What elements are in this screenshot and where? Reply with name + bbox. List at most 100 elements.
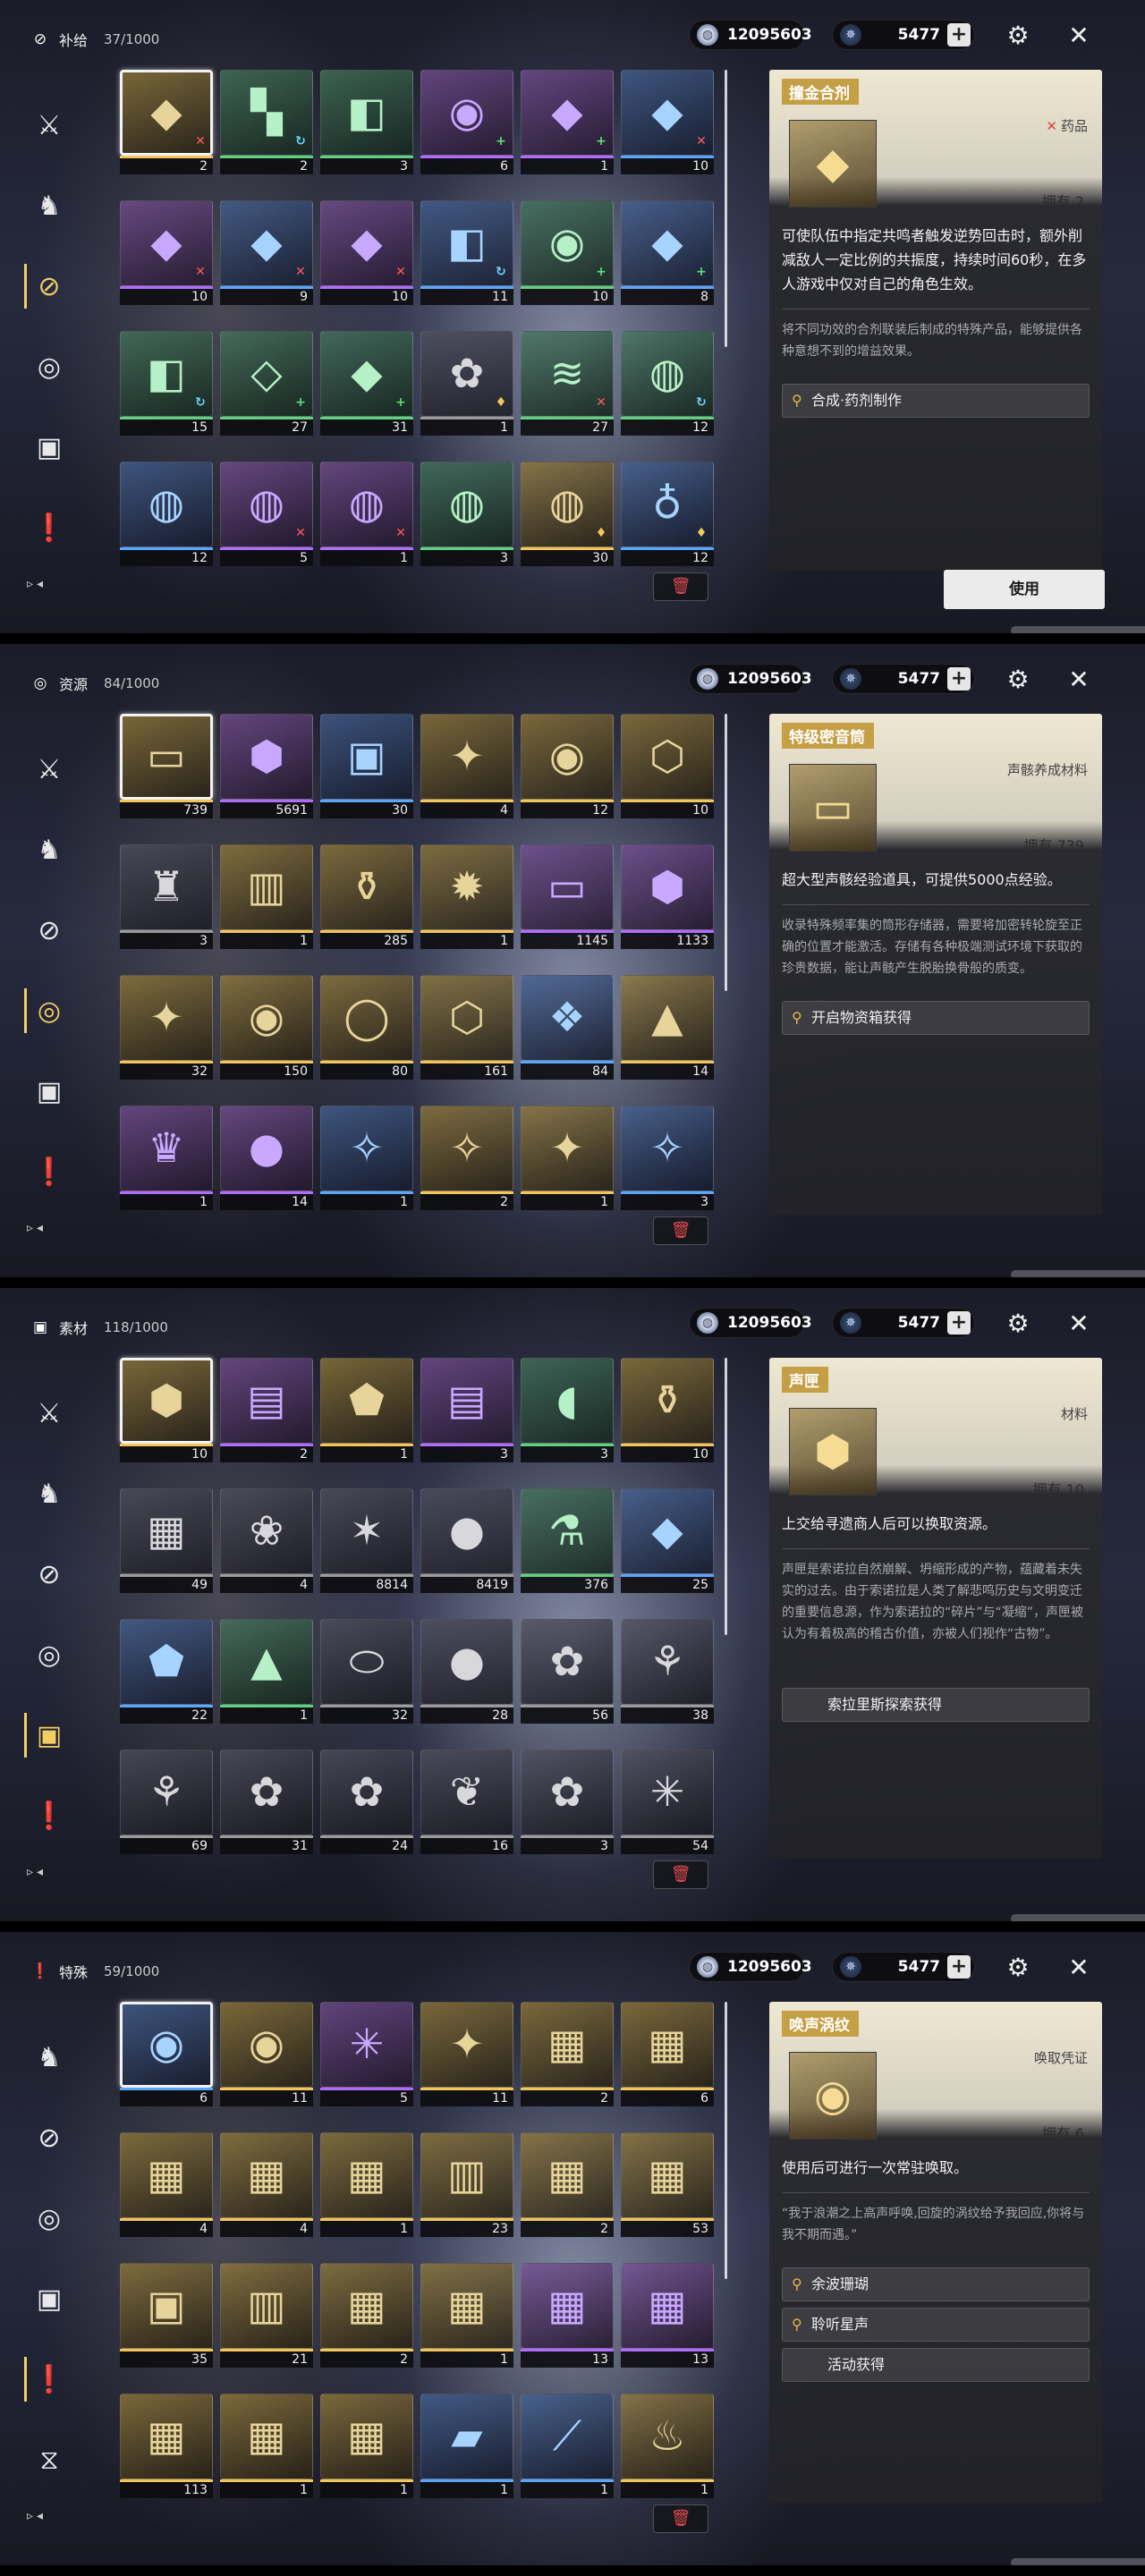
close-icon[interactable]: ✕ [1063, 1952, 1095, 1984]
item-slot[interactable]: ▭ 1145 [521, 844, 614, 949]
item-slot[interactable]: ✦ 1 [521, 1106, 614, 1210]
close-icon[interactable]: ✕ [1063, 20, 1095, 52]
item-slot[interactable]: ▦ 53 [621, 2132, 714, 2237]
item-slot[interactable]: ⬢ 10 [120, 1358, 213, 1462]
grid-scrollbar[interactable] [725, 714, 727, 991]
acquire-source-button[interactable]: ⚲ 余波珊瑚 [782, 2267, 1090, 2301]
item-slot[interactable]: ⚱ 285 [320, 844, 413, 949]
item-slot[interactable]: ▲ 1 [220, 1619, 313, 1724]
use-item-button[interactable]: 使用 [944, 570, 1105, 609]
item-slot[interactable]: ▥ 21 [220, 2263, 313, 2368]
item-slot[interactable]: ◇ 27 + [220, 331, 313, 436]
item-slot[interactable]: ◍ 3 [420, 462, 513, 566]
sidebar-tab-echo[interactable]: ♞ [27, 809, 72, 890]
item-slot[interactable]: ⚘ 38 [621, 1619, 714, 1724]
item-slot[interactable]: ✿ 56 [521, 1619, 614, 1724]
item-slot[interactable]: ▚ 2 ↻ [220, 70, 313, 174]
item-slot[interactable]: ⚗ 376 [521, 1488, 614, 1593]
close-icon[interactable]: ✕ [1063, 664, 1095, 696]
item-slot[interactable]: ▥ 23 [420, 2132, 513, 2237]
sidebar-tab-material[interactable]: ▣ [27, 1051, 72, 1131]
add-astrite-button[interactable]: + [947, 1955, 971, 1979]
item-slot[interactable]: ▣ 30 [320, 714, 413, 818]
item-slot[interactable]: ▲ 14 [621, 975, 714, 1080]
discard-trash-button[interactable]: 🗑 [653, 572, 708, 601]
item-slot[interactable]: ♁ 12 ♦ [621, 462, 714, 566]
discard-trash-button[interactable]: 🗑 [653, 1216, 708, 1245]
sidebar-tab-quest-item[interactable]: ❗ [27, 1775, 72, 1856]
item-slot[interactable]: ◉ 6 + [420, 70, 513, 174]
item-slot[interactable]: ▦ 49 [120, 1488, 213, 1593]
sidebar-tab-quest-item[interactable]: ❗ [27, 487, 72, 568]
grid-scrollbar[interactable] [725, 1358, 727, 1635]
item-slot[interactable]: ◍ 12 ↻ [621, 331, 714, 436]
discard-trash-button[interactable]: 🗑 [653, 2504, 708, 2533]
add-astrite-button[interactable]: + [947, 1311, 971, 1335]
item-slot[interactable]: ⬡ 161 [420, 975, 513, 1080]
item-slot[interactable]: ● 14 [220, 1106, 313, 1210]
item-slot[interactable]: ◍ 12 [120, 462, 213, 566]
item-slot[interactable]: ◧ 11 ↻ [420, 200, 513, 305]
settings-gear-icon[interactable]: ⚙ [1002, 1952, 1034, 1984]
sidebar-tab-weapon[interactable]: ⚔ [27, 729, 72, 809]
item-slot[interactable]: ⬭ 32 [320, 1619, 413, 1724]
sidebar-more-icon[interactable]: ▹◂ [27, 577, 47, 591]
item-slot[interactable]: ▦ 1 [320, 2394, 413, 2498]
item-slot[interactable]: ▦ 1 [420, 2263, 513, 2368]
item-slot[interactable]: ❖ 84 [521, 975, 614, 1080]
sidebar-more-icon[interactable]: ▹◂ [27, 2509, 47, 2523]
item-slot[interactable]: ◆ 31 + [320, 331, 413, 436]
item-slot[interactable]: ◆ 2 ✕ [120, 70, 213, 174]
sidebar-more-icon[interactable]: ▹◂ [27, 1865, 47, 1879]
item-slot[interactable]: ▦ 2 [521, 2002, 614, 2106]
item-slot[interactable]: ▦ 1 [320, 2132, 413, 2237]
sidebar-tab-echo[interactable]: ♞ [27, 2017, 72, 2097]
item-slot[interactable]: ✦ 4 [420, 714, 513, 818]
close-icon[interactable]: ✕ [1063, 1308, 1095, 1340]
item-slot[interactable]: ▦ 1 [220, 2394, 313, 2498]
item-slot[interactable]: ⟋ 1 [521, 2394, 614, 2498]
sidebar-tab-material[interactable]: ▣ [27, 407, 72, 487]
sidebar-tab-quest-item[interactable]: ❗ [24, 2339, 72, 2419]
add-astrite-button[interactable]: + [947, 667, 971, 691]
item-slot[interactable]: ▦ 6 [621, 2002, 714, 2106]
item-slot[interactable]: ♜ 3 [120, 844, 213, 949]
sidebar-tab-quest-item[interactable]: ❗ [27, 1131, 72, 1212]
item-slot[interactable]: ▭ 739 [120, 714, 213, 818]
settings-gear-icon[interactable]: ⚙ [1002, 20, 1034, 52]
item-slot[interactable]: ❦ 16 [420, 1750, 513, 1854]
item-slot[interactable]: ◆ 10 ✕ [320, 200, 413, 305]
item-slot[interactable]: ⬟ 22 [120, 1619, 213, 1724]
item-slot[interactable]: ▦ 13 [621, 2263, 714, 2368]
item-slot[interactable]: ✧ 1 [320, 1106, 413, 1210]
item-slot[interactable]: ● 8419 [420, 1488, 513, 1593]
item-slot[interactable]: ▦ 4 [120, 2132, 213, 2237]
sidebar-tab-supply[interactable]: ⊘ [27, 2097, 72, 2178]
item-slot[interactable]: ◍ 5 ✕ [220, 462, 313, 566]
sidebar-tab-resource[interactable]: ◎ [27, 2178, 72, 2258]
sidebar-tab-resource[interactable]: ◎ [27, 1614, 72, 1695]
item-slot[interactable]: ✧ 3 [621, 1106, 714, 1210]
item-slot[interactable]: ◆ 10 ✕ [621, 70, 714, 174]
acquire-source-button[interactable]: 活动获得 [782, 2348, 1090, 2382]
item-slot[interactable]: ♨ 1 [621, 2394, 714, 2498]
item-slot[interactable]: ◆ 8 + [621, 200, 714, 305]
item-slot[interactable]: ♛ 1 [120, 1106, 213, 1210]
item-slot[interactable]: ▦ 2 [521, 2132, 614, 2237]
item-slot[interactable]: ◧ 15 ↻ [120, 331, 213, 436]
item-slot[interactable]: ◖ 3 [521, 1358, 614, 1462]
acquire-source-button[interactable]: ⚲ 聆听星声 [782, 2308, 1090, 2342]
item-slot[interactable]: ⚘ 69 [120, 1750, 213, 1854]
sidebar-more-icon[interactable]: ▹◂ [27, 1221, 47, 1235]
item-slot[interactable]: ▦ 4 [220, 2132, 313, 2237]
settings-gear-icon[interactable]: ⚙ [1002, 664, 1034, 696]
item-slot[interactable]: ⬢ 1133 [621, 844, 714, 949]
item-slot[interactable]: ◉ 6 [120, 2002, 213, 2106]
item-slot[interactable]: ✶ 8814 [320, 1488, 413, 1593]
item-slot[interactable]: ⚱ 10 [621, 1358, 714, 1462]
item-slot[interactable]: ✹ 1 [420, 844, 513, 949]
item-slot[interactable]: ◧ 3 [320, 70, 413, 174]
item-slot[interactable]: ≋ 27 ✕ [521, 331, 614, 436]
item-slot[interactable]: ✦ 32 [120, 975, 213, 1080]
item-slot[interactable]: ▦ 2 [320, 2263, 413, 2368]
